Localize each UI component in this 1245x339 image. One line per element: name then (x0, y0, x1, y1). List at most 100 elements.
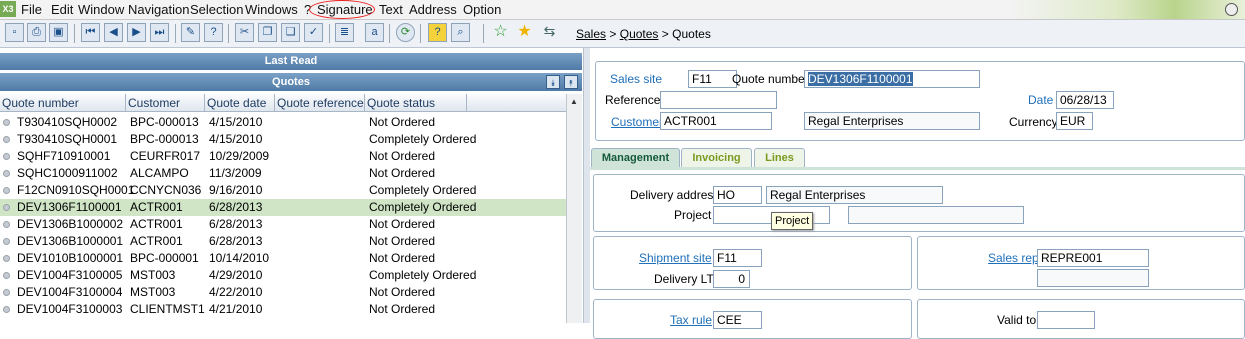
new-icon[interactable]: ▫ (5, 23, 24, 42)
customer-code-field[interactable]: ACTR001 (660, 112, 772, 130)
cell-quote-number: T930410SQH0001 (17, 132, 118, 146)
delivery-lt-field[interactable]: 0 (713, 270, 750, 288)
toolbar-separator (74, 24, 75, 43)
breadcrumb-separator: > (661, 27, 669, 41)
cell-quote-number: SQHF710910001 (17, 149, 111, 163)
table-row[interactable]: T930410SQH0002 BPC-000013 4/15/2010 Not Ord… (0, 114, 566, 131)
cell-quote-date: 4/29/2010 (209, 268, 263, 282)
tax-rule-link[interactable]: Tax rule (670, 313, 712, 327)
cell-quote-number: DEV1306B1000002 (17, 217, 124, 231)
table-row[interactable]: DEV1306B1000002 ACTR001 6/28/2013 Not Order… (0, 216, 566, 233)
column-customer[interactable]: Customer (126, 94, 205, 112)
row-bullet-icon (3, 119, 10, 126)
app-logo: X3 (0, 1, 16, 17)
column-quote-date[interactable]: Quote date (205, 94, 275, 112)
date-field[interactable]: 06/28/13 (1056, 91, 1114, 109)
tab-management[interactable]: Management (591, 148, 680, 167)
table-row[interactable]: T930410SQH0001 BPC-000013 4/15/2010 Complet… (0, 131, 566, 148)
collapse-down-icon[interactable]: ⯯ (546, 75, 560, 89)
signature-highlight-circle (309, 0, 375, 19)
cell-quote-status: Not Ordered (369, 251, 436, 265)
menu-file[interactable]: File (21, 2, 42, 17)
breadcrumb-quotes[interactable]: Quotes (620, 27, 659, 41)
collapse-up-icon[interactable]: ⯭ (564, 75, 578, 89)
tab-lines[interactable]: Lines (754, 148, 805, 167)
delivery-address-code-field[interactable]: HO (713, 186, 762, 204)
row-bullet-icon (3, 238, 10, 245)
previous-icon[interactable]: ◀ (104, 23, 123, 42)
menu-option[interactable]: Option (463, 2, 501, 17)
table-row[interactable]: SQHC1000911002 ALCAMPO 11/3/2009 Not Ordere… (0, 165, 566, 182)
valid-to-field[interactable] (1037, 311, 1095, 329)
currency-field[interactable]: EUR (1056, 112, 1093, 130)
shipment-site-field[interactable]: F11 (713, 249, 762, 267)
list-icon[interactable]: ≣ (335, 23, 354, 42)
date-label: Date (1028, 93, 1054, 107)
column-quote-reference[interactable]: Quote reference (275, 94, 365, 112)
scroll-up-icon[interactable]: ▲ (568, 96, 580, 108)
delivery-address-label: Delivery address (630, 188, 720, 202)
table-row[interactable]: F12CN0910SQH0001 CCNYCN036 9/16/2010 Comple… (0, 182, 566, 199)
cell-customer: BPC-000013 (130, 115, 199, 129)
grid-scrollbar[interactable]: ▲ (566, 94, 582, 323)
favorite-icon[interactable]: ★ (515, 23, 534, 42)
cell-quote-number: F12CN0910SQH0001 (17, 183, 135, 197)
table-row[interactable]: DEV1004F3100004 MST003 4/22/2010 Not Ordere… (0, 284, 566, 301)
sales-rep-link[interactable]: Sales rep (988, 251, 1039, 265)
sales-site-field[interactable]: F11 (688, 70, 737, 88)
search-icon[interactable]: ⌕ (451, 23, 470, 42)
save-icon[interactable]: ▣ (49, 23, 68, 42)
last-icon[interactable]: ⏭ (150, 23, 169, 42)
sales-rep-field[interactable]: REPRE001 (1037, 249, 1149, 267)
cell-quote-number: DEV1004F3100003 (17, 302, 123, 316)
breadcrumb-sales[interactable]: Sales (576, 27, 606, 41)
sales-site-label: Sales site (610, 72, 663, 86)
cut-icon[interactable]: ✂ (235, 23, 254, 42)
menu-bar: X3 File Edit Window Navigation Selection… (0, 0, 1245, 20)
text-icon[interactable]: a (365, 23, 384, 42)
signpost-icon[interactable]: ⇆ (540, 23, 559, 42)
cell-quote-status: Completely Ordered (369, 200, 477, 214)
menu-window[interactable]: Window (78, 2, 124, 17)
table-row[interactable]: DEV1004F3100005 MST003 4/29/2010 Completely… (0, 267, 566, 284)
reference-field[interactable] (660, 91, 777, 109)
table-row[interactable]: DEV1306B1000001 ACTR001 6/28/2013 Not Order… (0, 233, 566, 250)
table-row[interactable]: DEV1010B1000001 BPC-000001 10/14/2010 Not O… (0, 250, 566, 267)
refresh-icon[interactable]: ⟳ (396, 23, 415, 42)
quote-number-field[interactable]: DEV1306F1100001 (804, 70, 980, 88)
column-quote-number[interactable]: Quote number (0, 94, 126, 112)
validate-icon[interactable]: ✓ (304, 23, 323, 42)
next-icon[interactable]: ▶ (127, 23, 146, 42)
tab-invoicing[interactable]: Invoicing (681, 148, 752, 167)
menu-selection[interactable]: Selection (190, 2, 243, 17)
paste-icon[interactable]: ❏ (281, 23, 300, 42)
menu-windows[interactable]: Windows (245, 2, 298, 17)
window-control-icon[interactable] (1225, 3, 1238, 16)
toolbar-separator (389, 24, 390, 43)
table-row[interactable]: SQHF710910001 CEURFR017 10/29/2009 Not Orde… (0, 148, 566, 165)
first-icon[interactable]: ⏮ (81, 23, 100, 42)
customer-link[interactable]: Customer (611, 115, 663, 129)
menu-text[interactable]: Text (379, 2, 403, 17)
column-quote-status[interactable]: Quote status (365, 94, 467, 112)
question-icon[interactable]: ? (428, 23, 447, 42)
tax-rule-field[interactable]: CEE (713, 311, 762, 329)
table-row[interactable]: DEV1004F3100003 CLIENTMST1 4/21/2010 Not Or… (0, 301, 566, 318)
cell-quote-status: Not Ordered (369, 285, 436, 299)
last-read-header[interactable]: Last Read (0, 53, 582, 70)
breadcrumb-current: Quotes (672, 27, 711, 41)
menu-edit[interactable]: Edit (51, 2, 73, 17)
table-row[interactable]: DEV1306F1100001 ACTR001 6/28/2013 Completel… (0, 199, 566, 216)
copy-icon[interactable]: ❐ (258, 23, 277, 42)
print-icon[interactable]: ⎙ (27, 23, 46, 42)
menu-navigation[interactable]: Navigation (128, 2, 189, 17)
currency-label: Currency (1009, 115, 1058, 129)
menu-address[interactable]: Address (409, 2, 457, 17)
shipment-site-link[interactable]: Shipment site (639, 251, 712, 265)
favorite-add-icon[interactable]: ☆ (491, 23, 510, 42)
edit-icon[interactable]: ✎ (181, 23, 200, 42)
cell-quote-number: SQHC1000911002 (17, 166, 118, 180)
breadcrumb-separator: > (609, 27, 617, 41)
cell-customer: BPC-000001 (130, 251, 199, 265)
help-icon[interactable]: ? (204, 23, 223, 42)
